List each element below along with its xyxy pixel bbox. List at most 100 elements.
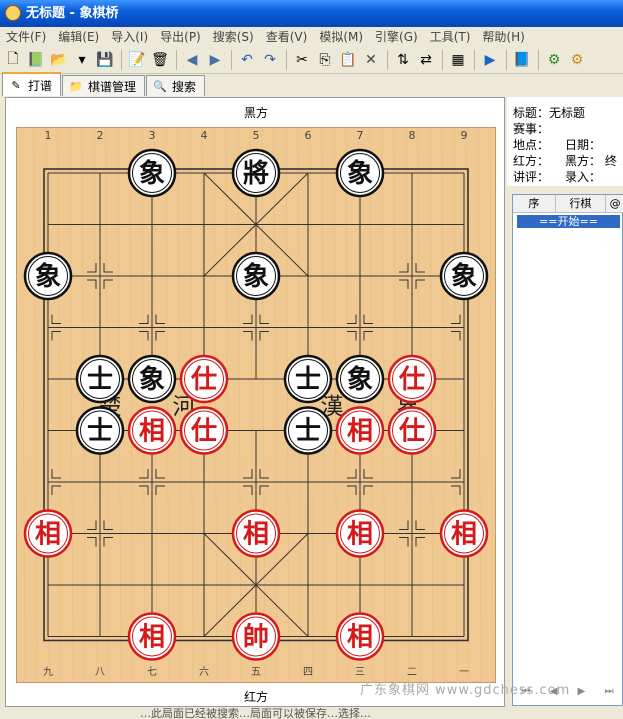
column-header-move[interactable]: 行棋 xyxy=(556,195,607,212)
info-commentator-label: 讲评： xyxy=(513,170,550,184)
piece-label: 士 xyxy=(87,417,113,447)
redo-icon[interactable]: ↷ xyxy=(259,49,281,71)
app-icon xyxy=(5,5,21,21)
piece-label: 相 xyxy=(139,417,165,447)
top-coord-label: 7 xyxy=(357,129,364,142)
red-piece[interactable]: 仕 xyxy=(179,406,229,455)
red-piece[interactable]: 相 xyxy=(127,406,177,455)
red-piece[interactable]: 仕 xyxy=(387,354,437,404)
black-piece[interactable]: 象 xyxy=(335,354,385,404)
black-piece[interactable]: 士 xyxy=(75,354,125,404)
menu-item-4[interactable]: 搜索(S) xyxy=(207,28,260,45)
menu-item-1[interactable]: 编辑(E) xyxy=(52,28,105,45)
piece-label: 象 xyxy=(139,364,165,395)
menu-item-3[interactable]: 导出(P) xyxy=(154,28,207,45)
tab-label: 搜索 xyxy=(172,79,197,94)
black-piece[interactable]: 象 xyxy=(127,148,177,198)
info-title-value[interactable]: 无标题 xyxy=(549,106,585,120)
delete-icon[interactable]: 🗑 xyxy=(149,49,171,71)
piece-label: 仕 xyxy=(190,417,217,447)
back-icon[interactable]: ◀ xyxy=(181,49,203,71)
game-info-panel: 标题：无标题 赛事： 地点： 日期： 红方： 黑方： 终 讲评： 录入： xyxy=(507,97,623,186)
black-piece[interactable]: 象 xyxy=(127,354,177,404)
engine-pair-icon[interactable]: ⚙ xyxy=(566,49,588,71)
info-black-value[interactable]: 终 xyxy=(605,154,617,168)
move-row-start[interactable]: ==开始== xyxy=(517,215,620,228)
info-red-label: 红方： xyxy=(513,154,550,168)
menu-item-0[interactable]: 文件(F) xyxy=(0,28,52,45)
bottom-coord-label: 三 xyxy=(355,667,365,678)
new-file-icon[interactable]: 🗋 xyxy=(2,49,24,71)
engine-icon[interactable]: ⚙ xyxy=(543,49,565,71)
red-piece[interactable]: 相 xyxy=(231,509,281,558)
open-icon[interactable]: 📗 xyxy=(25,49,47,71)
black-piece[interactable]: 將 xyxy=(231,148,281,198)
red-piece[interactable]: 相 xyxy=(335,509,385,558)
top-coord-label: 4 xyxy=(201,129,208,142)
menu-item-2[interactable]: 导入(I) xyxy=(105,28,154,45)
dropdown-icon[interactable]: ▾ xyxy=(71,49,93,71)
next-move-icon[interactable]: ▶ xyxy=(572,682,590,700)
red-piece[interactable]: 仕 xyxy=(387,406,437,455)
red-piece[interactable]: 相 xyxy=(23,509,73,558)
bottom-coord-label: 七 xyxy=(147,666,157,678)
black-piece[interactable]: 象 xyxy=(335,148,385,198)
column-header-index[interactable]: 序 xyxy=(513,195,556,212)
board-view-icon[interactable]: ▦ xyxy=(447,49,469,71)
red-piece[interactable]: 帥 xyxy=(231,612,281,661)
piece-label: 士 xyxy=(295,417,321,447)
black-piece[interactable]: 象 xyxy=(231,251,281,301)
piece-label: 仕 xyxy=(190,365,217,395)
forward-icon[interactable]: ▶ xyxy=(204,49,226,71)
menu-item-7[interactable]: 引擎(G) xyxy=(369,28,424,45)
red-piece[interactable]: 相 xyxy=(127,612,177,661)
menu-item-8[interactable]: 工具(T) xyxy=(424,28,477,45)
tab-1[interactable]: 📁 棋谱管理 xyxy=(62,75,146,96)
top-coord-label: 2 xyxy=(97,129,104,142)
menu-item-5[interactable]: 查看(V) xyxy=(260,28,314,45)
toolbar-separator xyxy=(538,49,539,70)
red-piece[interactable]: 相 xyxy=(439,509,489,558)
piece-label: 仕 xyxy=(398,365,425,395)
toolbar-separator xyxy=(506,49,507,70)
cut-icon[interactable]: ✂ xyxy=(291,49,313,71)
black-piece[interactable]: 士 xyxy=(283,354,333,404)
red-piece[interactable]: 相 xyxy=(335,612,385,661)
column-header-comment[interactable]: @ xyxy=(606,195,623,212)
first-move-icon[interactable]: ⏮ xyxy=(517,682,535,700)
tab-0[interactable]: ✎ 打谱 xyxy=(2,72,62,96)
prev-move-icon[interactable]: ◀ xyxy=(545,682,563,700)
toolbar-separator xyxy=(387,49,388,70)
paste-icon[interactable]: 📋 xyxy=(337,49,359,71)
black-piece[interactable]: 士 xyxy=(75,406,125,455)
close-icon[interactable]: ✕ xyxy=(360,49,382,71)
red-piece[interactable]: 仕 xyxy=(179,354,229,404)
copy-icon[interactable]: ⎘ xyxy=(314,49,336,71)
menu-item-6[interactable]: 模拟(M) xyxy=(313,28,369,45)
toolbar-separator xyxy=(286,49,287,70)
flip-horizontal-icon[interactable]: ⇄ xyxy=(415,49,437,71)
save-icon[interactable]: 💾 xyxy=(94,49,116,71)
tab-label: 打谱 xyxy=(28,78,53,93)
book-icon[interactable]: 📘 xyxy=(511,49,533,71)
play-icon[interactable]: ▶ xyxy=(479,49,501,71)
move-list[interactable]: 序 行棋 @ ==开始== xyxy=(512,194,623,706)
piece-label: 仕 xyxy=(398,417,425,447)
last-move-icon[interactable]: ⏭ xyxy=(600,682,618,700)
page-edit-icon[interactable]: 📝 xyxy=(126,49,148,71)
black-piece[interactable]: 象 xyxy=(439,251,489,301)
tab-strip: ✎ 打谱 📁 棋谱管理 🔍 搜索 xyxy=(0,72,623,96)
flip-vertical-icon[interactable]: ⇅ xyxy=(392,49,414,71)
black-piece[interactable]: 象 xyxy=(23,251,73,301)
chess-board[interactable]: 楚河漢界123456789九八七六五四三二一象將象象象象士象仕士象仕士相仕士相仕… xyxy=(16,127,496,683)
tab-2[interactable]: 🔍 搜索 xyxy=(146,75,206,96)
red-piece[interactable]: 相 xyxy=(335,406,385,455)
menu-item-9[interactable]: 帮助(H) xyxy=(476,28,530,45)
top-coord-label: 6 xyxy=(305,129,312,142)
window-title: 无标题 - 象棋桥 xyxy=(26,6,119,21)
bottom-coord-label: 五 xyxy=(251,667,261,678)
black-piece[interactable]: 士 xyxy=(283,406,333,455)
piece-label: 相 xyxy=(347,520,373,550)
undo-icon[interactable]: ↶ xyxy=(236,49,258,71)
open-folder-icon[interactable]: 📂 xyxy=(48,49,70,71)
